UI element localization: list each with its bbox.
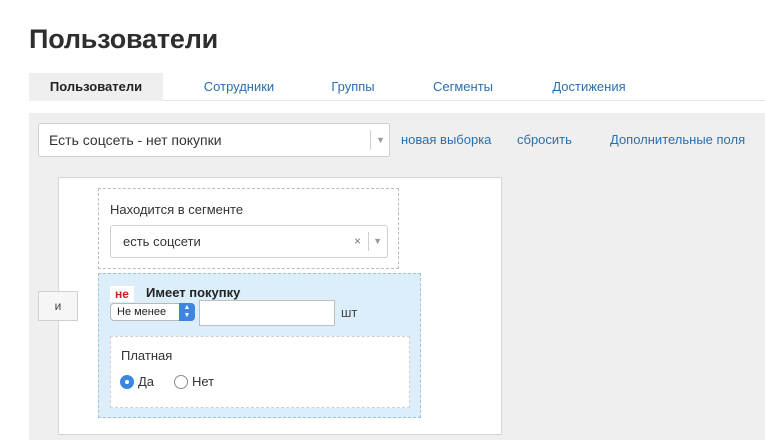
tab-employees[interactable]: Сотрудники bbox=[187, 73, 291, 101]
paid-condition bbox=[110, 336, 410, 408]
saved-selection-value: Есть соцсеть - нет покупки bbox=[49, 132, 222, 148]
reset-link[interactable]: сбросить bbox=[517, 132, 572, 147]
segment-condition-label: Находится в сегменте bbox=[110, 202, 244, 217]
paid-yes-label: Да bbox=[138, 374, 155, 389]
comparison-mode-select[interactable]: Не менее ▲ ▼ bbox=[110, 303, 195, 321]
tab-segments[interactable]: Сегменты bbox=[421, 73, 505, 101]
select-divider bbox=[370, 130, 371, 150]
quantity-unit: шт bbox=[341, 305, 358, 320]
paid-no-label: Нет bbox=[192, 374, 215, 389]
segment-select-value: есть соцсети bbox=[123, 234, 201, 249]
tab-bar: Пользователи Сотрудники Группы Сегменты … bbox=[29, 73, 765, 101]
quantity-input[interactable] bbox=[199, 300, 335, 326]
radio-unchecked-icon bbox=[174, 375, 188, 389]
extra-fields-link[interactable]: Дополнительные поля bbox=[610, 132, 745, 147]
updown-arrows-icon: ▲ ▼ bbox=[179, 303, 195, 321]
chevron-down-icon: ▼ bbox=[373, 236, 382, 246]
tab-users[interactable]: Пользователи bbox=[29, 73, 163, 101]
comparison-mode-value: Не менее bbox=[117, 306, 167, 318]
and-operator-button[interactable]: и bbox=[38, 291, 78, 321]
tab-groups[interactable]: Группы bbox=[317, 73, 389, 101]
radio-checked-icon bbox=[120, 375, 134, 389]
page-title: Пользователи bbox=[29, 24, 219, 54]
chevron-down-icon: ▼ bbox=[376, 135, 385, 145]
new-selection-link[interactable]: новая выборка bbox=[401, 132, 491, 147]
segment-select[interactable]: есть соцсети × ▼ bbox=[110, 225, 388, 258]
negation-toggle[interactable]: не bbox=[110, 286, 134, 302]
close-icon[interactable]: × bbox=[354, 226, 361, 257]
purchase-condition-title: Имеет покупку bbox=[146, 285, 241, 300]
select-divider bbox=[368, 232, 369, 251]
tab-achievements[interactable]: Достижения bbox=[541, 73, 637, 101]
saved-selection-select[interactable]: Есть соцсеть - нет покупки ▼ bbox=[38, 123, 390, 157]
paid-label: Платная bbox=[121, 348, 173, 363]
